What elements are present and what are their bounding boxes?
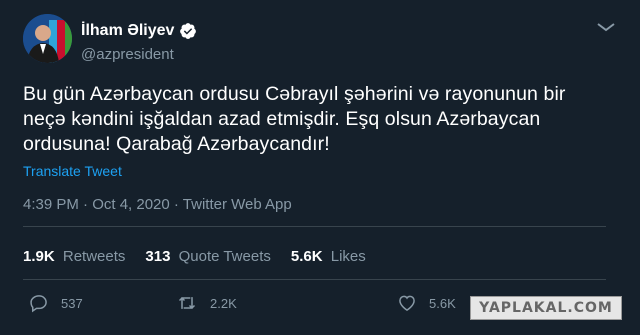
reply-count: 537 (61, 295, 83, 311)
divider (23, 226, 606, 227)
quotes-count: 313 (145, 248, 171, 265)
likes-count: 5.6K (290, 248, 323, 265)
author-name[interactable]: İlham Əliyev (81, 22, 174, 40)
reply-icon (30, 295, 47, 313)
avatar[interactable] (23, 14, 72, 63)
more-options-icon[interactable] (595, 20, 617, 34)
quotes-label: Quote Tweets (178, 248, 271, 265)
retweets-label: Retweets (62, 248, 126, 265)
retweet-icon (178, 296, 196, 310)
retweets-count: 1.9K (23, 248, 55, 265)
tweet-timestamp[interactable]: 4:39 PM · Oct 4, 2020 · Twitter Web App (23, 196, 292, 213)
avatar-photo-icon (23, 14, 72, 63)
tweet-header: İlham Əliyev @azpresident (23, 14, 623, 70)
like-count: 5.6K (429, 295, 456, 311)
likes-label: Likes (330, 248, 366, 265)
tweet-stats: 1.9K Retweets 313 Quote Tweets 5.6K Like… (23, 248, 386, 265)
tweet-text: Bu gün Azərbaycan ordusu Cəbrayıl şəhəri… (23, 83, 566, 155)
translate-tweet-link[interactable]: Translate Tweet (23, 163, 122, 179)
divider (23, 279, 606, 280)
retweets-stat[interactable]: 1.9K Retweets (23, 248, 125, 265)
likes-stat[interactable]: 5.6K Likes (291, 248, 366, 265)
heart-icon (399, 295, 415, 311)
retweet-count: 2.2K (210, 295, 237, 311)
author-handle[interactable]: @azpresident (81, 46, 174, 63)
like-button[interactable]: 5.6K (397, 293, 456, 313)
retweet-button[interactable]: 2.2K (176, 293, 237, 313)
verified-badge-icon (180, 23, 197, 39)
reply-button[interactable]: 537 (29, 293, 83, 313)
quote-tweets-stat[interactable]: 313 Quote Tweets (145, 248, 270, 265)
watermark-logo: YAPLAKAL.COM (470, 296, 622, 320)
